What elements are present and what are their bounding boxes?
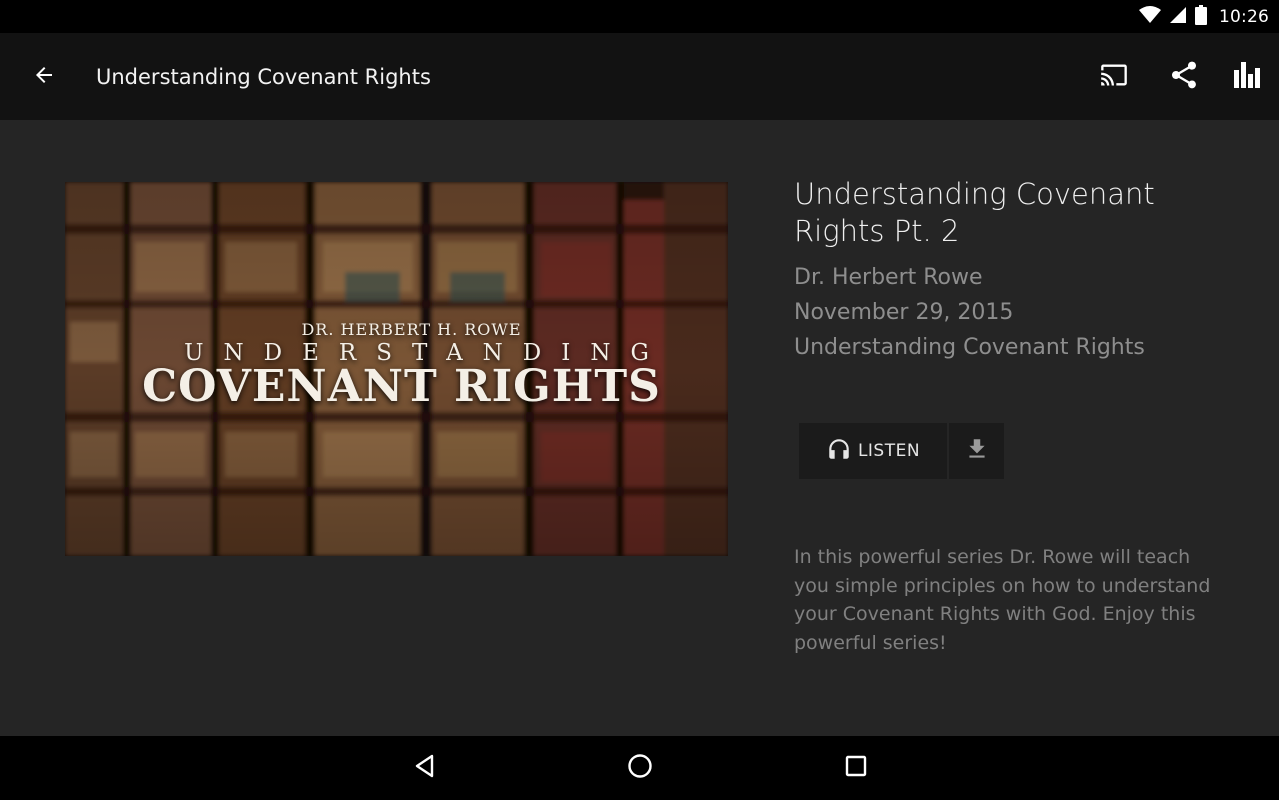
wifi-icon xyxy=(1139,5,1161,28)
status-bar: 10:26 xyxy=(0,0,1279,33)
download-button[interactable] xyxy=(949,423,1004,479)
episode-actions: LISTEN xyxy=(799,423,1004,479)
download-icon xyxy=(964,436,990,466)
nav-recents-icon xyxy=(844,754,868,782)
listen-label: LISTEN xyxy=(857,441,921,461)
episode-description: In this powerful series Dr. Rowe will te… xyxy=(794,546,1211,654)
listen-button[interactable]: LISTEN xyxy=(799,423,947,479)
bar-chart-icon xyxy=(1233,60,1263,94)
episode-speaker: Dr. Herbert Rowe xyxy=(794,265,983,290)
battery-icon xyxy=(1195,4,1207,29)
status-time: 10:26 xyxy=(1219,6,1269,27)
episode-details: Understanding Covenant Rights Pt. 2 Dr. … xyxy=(794,176,1244,365)
cell-signal-icon xyxy=(1169,6,1187,28)
system-nav-bar xyxy=(0,736,1279,800)
artwork-author: DR. HERBERT H. ROWE xyxy=(301,320,522,339)
nav-home-button[interactable] xyxy=(618,746,662,790)
back-button[interactable] xyxy=(24,57,64,97)
nav-back-icon xyxy=(412,753,438,783)
stats-button[interactable] xyxy=(1226,55,1270,99)
episode-date: November 29, 2015 xyxy=(794,300,1014,325)
nav-home-icon xyxy=(626,752,654,784)
artwork-title-block: DR. HERBERT H. ROWE UNDERSTANDING COVENA… xyxy=(65,320,728,410)
screen: 10:26 Understanding Covenant Rights DR. … xyxy=(0,0,1279,800)
back-arrow-icon xyxy=(32,63,56,91)
nav-recents-button[interactable] xyxy=(834,746,878,790)
sermon-artwork: DR. HERBERT H. ROWE UNDERSTANDING COVENA… xyxy=(65,182,728,556)
cast-button[interactable] xyxy=(1092,55,1136,99)
artwork-title-line2: COVENANT RIGHTS xyxy=(142,361,661,412)
status-icons: 10:26 xyxy=(1139,0,1269,33)
episode-series: Understanding Covenant Rights xyxy=(794,335,1145,360)
episode-title: Understanding Covenant Rights Pt. 2 xyxy=(794,177,1155,248)
share-icon xyxy=(1168,59,1200,95)
share-button[interactable] xyxy=(1162,55,1206,99)
cast-icon xyxy=(1097,61,1131,93)
episode-meta: Dr. Herbert Rowe November 29, 2015 Under… xyxy=(794,260,1244,365)
nav-back-button[interactable] xyxy=(403,746,447,790)
app-bar-title: Understanding Covenant Rights xyxy=(96,65,431,89)
app-bar: Understanding Covenant Rights xyxy=(0,33,1279,120)
headphones-icon xyxy=(826,436,852,467)
